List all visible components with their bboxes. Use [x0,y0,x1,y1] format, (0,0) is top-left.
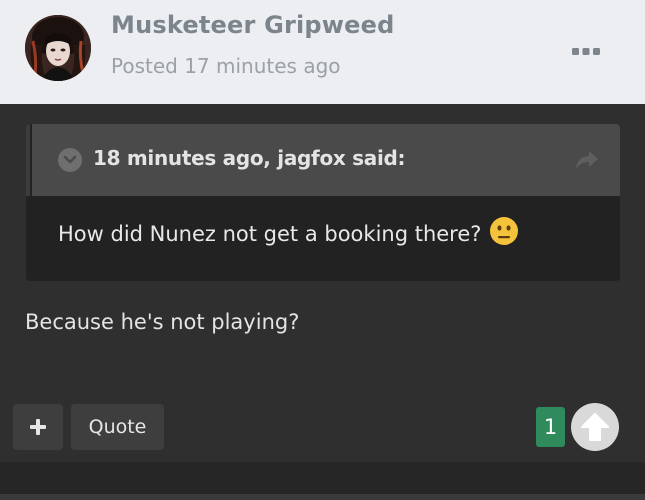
share-arrow-icon[interactable] [574,148,600,172]
chevron-down-icon[interactable] [58,148,82,172]
post-body-text: Because he's not playing? [25,310,300,334]
neutral-face-emoji [489,216,519,246]
author-name[interactable]: Musketeer Gripweed [111,11,395,39]
post-content: 18 minutes ago, jagfox said: How did Nun… [0,104,645,462]
quote-text-row: How did Nunez not get a booking there? [58,217,519,246]
next-post-edge [0,494,645,500]
more-horizontal-icon[interactable] [566,40,606,64]
arrow-up-icon[interactable] [571,403,619,451]
quote-block: 18 minutes ago, jagfox said: How did Nun… [26,124,620,281]
post-header: Musketeer Gripweed Posted 17 minutes ago [0,0,645,104]
quote-text: How did Nunez not get a booking there? [58,222,482,246]
quote-accent-bar [26,124,30,196]
avatar-image [25,15,91,81]
plus-icon [30,419,46,435]
avatar[interactable] [25,15,91,81]
reaction-count-badge[interactable]: 1 [536,407,565,447]
quote-citation[interactable]: 18 minutes ago, jagfox said: [93,146,406,170]
add-reaction-button[interactable] [13,404,63,450]
quote-button[interactable]: Quote [71,404,164,450]
quote-header: 18 minutes ago, jagfox said: [32,124,620,196]
posted-time: Posted 17 minutes ago [111,54,341,78]
